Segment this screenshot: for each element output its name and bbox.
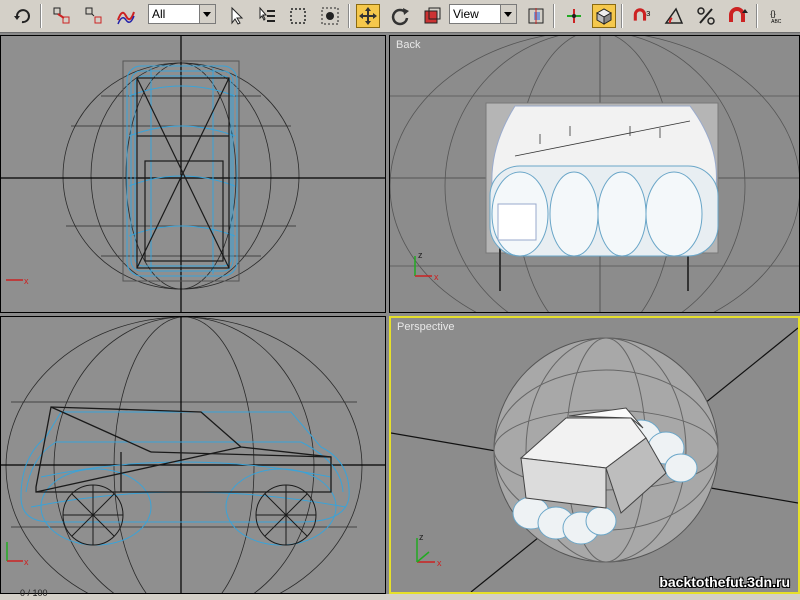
use-pivot-center-icon[interactable] (524, 4, 548, 28)
angle-snap-icon[interactable] (662, 4, 686, 28)
viewport-label: Perspective (397, 321, 455, 333)
svg-text:x: x (437, 558, 442, 568)
select-and-rotate-icon[interactable] (388, 4, 412, 28)
window-crossing-icon[interactable] (318, 4, 342, 28)
viewport-back[interactable]: z x Back (389, 35, 800, 313)
back-view-drawing: z x (390, 36, 799, 312)
svg-text:x: x (24, 557, 29, 567)
selection-filter-value: All (152, 7, 166, 21)
svg-text:x: x (434, 272, 439, 282)
top-view-drawing: x (1, 36, 385, 312)
viewport-label: Back (396, 39, 421, 51)
select-object-icon[interactable] (224, 4, 248, 28)
selection-filter-dropdown[interactable]: All (148, 4, 216, 24)
edit-named-selections-icon[interactable]: {} ABC (764, 4, 794, 28)
undo-icon[interactable] (10, 4, 34, 28)
perspective-view-drawing: z x (391, 327, 798, 592)
reference-coordinate-dropdown[interactable]: View (449, 4, 517, 24)
keyboard-shortcut-override-icon[interactable] (592, 4, 616, 28)
viewport-left[interactable]: x (0, 316, 386, 594)
main-toolbar: All View 3 {} ABC (0, 0, 800, 33)
select-by-name-icon[interactable] (255, 4, 279, 28)
coordinate-system-value: View (453, 7, 479, 21)
select-and-link-icon[interactable] (50, 4, 74, 28)
chevron-down-icon (500, 5, 516, 23)
svg-text:z: z (419, 532, 424, 542)
percent-snap-icon[interactable] (694, 4, 718, 28)
bind-to-space-warp-icon[interactable] (114, 4, 138, 28)
snap-dimension-label: 3 (646, 9, 650, 18)
viewport-top[interactable]: x (0, 35, 386, 313)
select-and-scale-icon[interactable] (420, 4, 444, 28)
chevron-down-icon (199, 5, 215, 23)
unlink-selection-icon[interactable] (82, 4, 106, 28)
left-view-drawing: x (1, 317, 385, 593)
select-and-manipulate-icon[interactable] (562, 4, 586, 28)
snaps-toggle-icon[interactable]: 3 (628, 4, 658, 28)
rectangular-selection-icon[interactable] (286, 4, 310, 28)
frame-counter: 0 / 100 (20, 588, 48, 598)
status-bar: 0 / 100 (0, 588, 800, 600)
svg-text:z: z (418, 250, 423, 260)
viewport-perspective[interactable]: z x Perspective backtothefut.3dn.ru (389, 316, 800, 594)
spell-abc-label: ABC (771, 19, 782, 25)
svg-text:x: x (24, 276, 29, 286)
spinner-snap-icon[interactable] (726, 4, 750, 28)
select-and-move-icon[interactable] (356, 4, 380, 28)
watermark-text: backtothefut.3dn.ru (659, 574, 790, 590)
svg-text:{}: {} (770, 10, 776, 19)
